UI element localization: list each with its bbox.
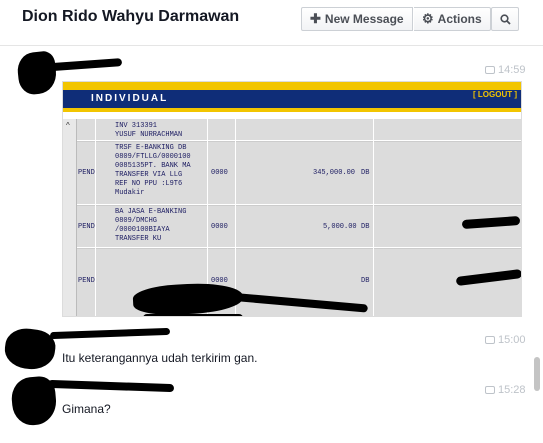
message-timestamp: 15:00 [485, 334, 526, 346]
bank-divider [63, 108, 521, 112]
bank-table-scroll: ^ [63, 119, 77, 316]
row-status: PEND [78, 223, 95, 231]
row-code: 0000 [211, 223, 228, 231]
redaction-mark [143, 314, 243, 316]
timestamp-text: 14:59 [498, 64, 526, 76]
message-text: Itu keterangannya udah terkirim gan. [62, 351, 258, 365]
bank-section-title: INDIVIDUAL [91, 93, 169, 104]
chat-bubble-icon [485, 386, 495, 394]
row-status: PEND [78, 169, 95, 177]
row-type: DB [361, 223, 370, 231]
bank-mutation-table: INV 313391 YUSUF NURRACHMAN PEND TRSF E-… [77, 119, 521, 316]
caret-up-icon: ^ [66, 121, 70, 130]
row-desc: BA JASA E-BANKING 0809/DMCHG /0000100BIA… [115, 208, 187, 243]
image-attachment[interactable]: [ LOGOUT ] INDIVIDUAL ^ INV 313391 YUSUF… [62, 81, 522, 317]
row-status: PEND [78, 277, 95, 285]
row-type: DB [361, 277, 370, 285]
redacted-name [47, 379, 175, 393]
bank-top-strip [63, 82, 521, 90]
redacted-avatar [15, 50, 59, 96]
table-row: INV 313391 YUSUF NURRACHMAN [77, 119, 521, 141]
message-timestamp: 15:28 [485, 384, 526, 396]
search-button[interactable] [491, 7, 519, 31]
message-thread[interactable]: 14:59 [ LOGOUT ] INDIVIDUAL ^ INV 313391… [0, 47, 543, 443]
row-type: DB [361, 169, 370, 177]
row-amount: 345,000.00 [313, 169, 356, 177]
table-row: PEND TRSF E-BANKING DB 0809/FTLLG/000010… [77, 142, 521, 205]
timestamp-text: 15:28 [498, 384, 526, 396]
column-divider [373, 119, 374, 316]
redacted-avatar [2, 325, 58, 373]
new-message-button[interactable]: ✚ New Message [301, 7, 413, 31]
table-row: PEND BA JASA E-BANKING 0809/DMCHG /00001… [77, 206, 521, 248]
column-divider [235, 119, 236, 316]
redacted-name [49, 327, 171, 340]
message-timestamp: 14:59 [485, 64, 526, 76]
new-message-label: New Message [324, 12, 404, 26]
plus-icon: ✚ [310, 11, 321, 26]
conversation-header: Dion Rido Wahyu Darmawan ✚ New Message ⚙… [0, 0, 543, 46]
actions-label: Actions [437, 12, 482, 26]
chat-bubble-icon [485, 336, 495, 344]
gear-icon: ⚙ [422, 11, 434, 26]
row-amount: 5,000.00 [323, 223, 357, 231]
bank-logout-link: [ LOGOUT ] [473, 90, 517, 99]
row-code: 0000 [211, 169, 228, 177]
thread-scrollbar[interactable] [534, 357, 540, 391]
chat-bubble-icon [485, 66, 495, 74]
search-icon [499, 13, 511, 25]
message-text: Gimana? [62, 402, 111, 416]
row-desc: INV 313391 YUSUF NURRACHMAN [115, 122, 183, 139]
conversation-title: Dion Rido Wahyu Darmawan [22, 8, 240, 25]
column-divider [95, 119, 96, 316]
timestamp-text: 15:00 [498, 334, 526, 346]
row-desc: TRSF E-BANKING DB 0809/FTLLG/0000100 008… [115, 144, 191, 197]
actions-button[interactable]: ⚙ Actions [414, 7, 491, 31]
